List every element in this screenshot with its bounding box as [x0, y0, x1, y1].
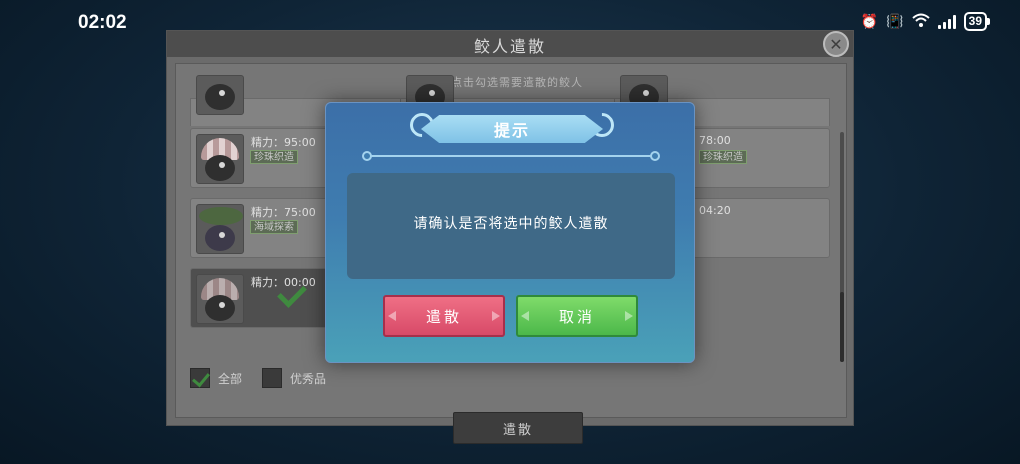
- confirm-dismiss-button[interactable]: 遣散: [383, 295, 505, 337]
- dialog-title: 提示: [493, 121, 530, 140]
- wifi-icon: [911, 13, 930, 31]
- scrollbar[interactable]: [840, 132, 844, 362]
- battery-level: 39: [963, 12, 987, 31]
- portrait: [196, 274, 244, 324]
- signal-icon: [937, 14, 956, 29]
- dismiss-button[interactable]: 遣散: [453, 412, 583, 444]
- vibrate-icon: 📳: [886, 13, 904, 30]
- select-quality-label: 优秀品: [290, 371, 327, 386]
- close-button[interactable]: ✕: [823, 31, 849, 57]
- clock: 02:02: [78, 12, 127, 33]
- status-icons: ⏰ 📳 39: [861, 12, 990, 31]
- skill-tag: 珍珠织造: [699, 150, 747, 164]
- message-box: 请确认是否将选中的鲛人遣散: [347, 173, 675, 279]
- stamina-text: 78:00: [699, 134, 731, 147]
- alarm-icon: ⏰: [860, 13, 879, 30]
- skill-tag: 海域探索: [250, 220, 298, 234]
- scroll-thumb[interactable]: [840, 292, 844, 362]
- stamina-text: 04:20: [699, 204, 731, 217]
- divider-ornament: [650, 151, 660, 161]
- close-icon: ✕: [829, 34, 843, 54]
- select-all-label: 全部: [218, 371, 243, 386]
- portrait: [196, 204, 244, 254]
- panel-header: 鲛人遣散: [167, 31, 853, 57]
- hint-text: 请点击勾选需要遣散的鲛人: [439, 76, 583, 89]
- stamina-text: 精力：75:00: [251, 206, 316, 219]
- select-all-checkbox[interactable]: [190, 368, 210, 388]
- cancel-button[interactable]: 取消: [516, 295, 638, 337]
- portrait: [196, 134, 244, 184]
- stamina-text: 精力：95:00: [251, 136, 316, 149]
- skill-tag: 珍珠织造: [250, 150, 298, 164]
- stamina-text: 精力：00:00: [251, 276, 316, 289]
- select-quality-row[interactable]: 优秀品: [262, 368, 326, 388]
- divider: [366, 155, 656, 157]
- cancel-label: 取消: [558, 307, 595, 326]
- panel-title: 鲛人遣散: [473, 37, 546, 56]
- confirm-label: 遣散: [425, 307, 462, 326]
- divider-ornament: [362, 151, 372, 161]
- portrait: [196, 75, 244, 115]
- battery-icon: 39: [963, 12, 990, 31]
- select-quality-checkbox[interactable]: [262, 368, 282, 388]
- dialog-message: 请确认是否将选中的鲛人遣散: [413, 216, 609, 232]
- select-all-row[interactable]: 全部: [190, 368, 242, 388]
- confirm-dialog: 提示 请确认是否将选中的鲛人遣散 遣散 取消: [325, 102, 695, 363]
